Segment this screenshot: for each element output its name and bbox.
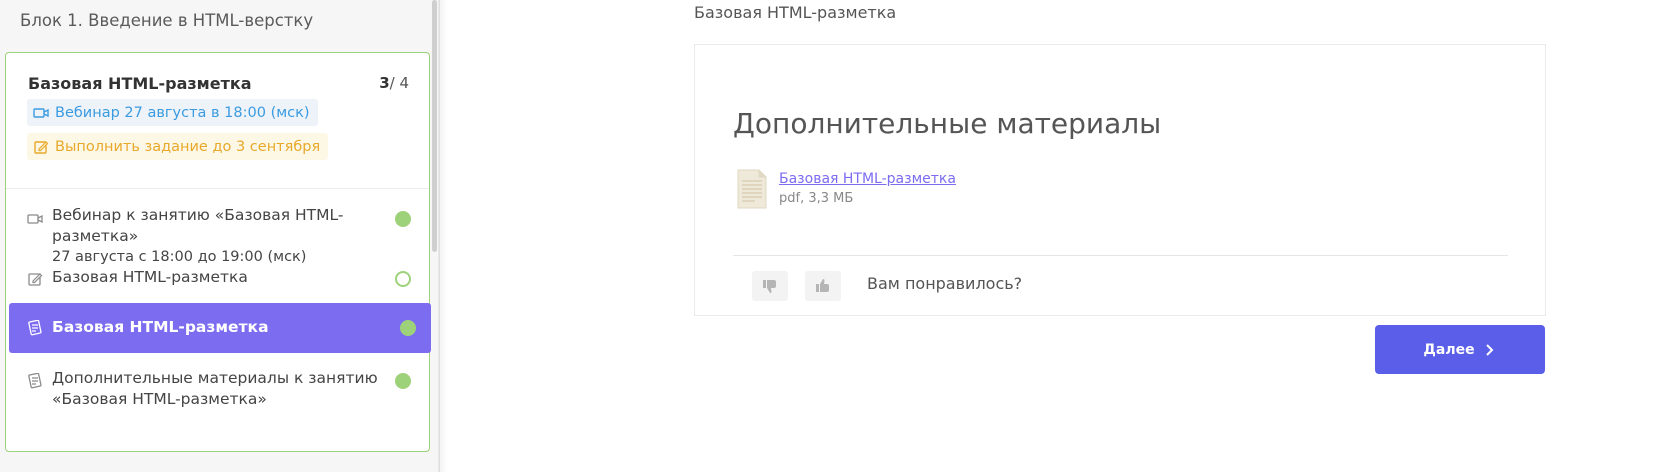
sidebar-item-active[interactable]: Базовая HTML-разметка	[9, 303, 431, 353]
task-deadline-tag[interactable]: Выполнить задание до 3 сентября	[27, 133, 329, 160]
thumbs-down-icon	[763, 280, 776, 293]
chevron-right-icon	[1485, 343, 1493, 356]
lesson-progress: 3/ 4	[379, 74, 409, 92]
content-panel: Дополнительные материалы Базовая HTML-ра…	[694, 44, 1546, 316]
divider	[733, 255, 1508, 256]
feedback-question: Вам понравилось?	[867, 274, 1023, 293]
lesson-header: Базовая HTML-разметка 3/ 4 Вебинар 27 ав…	[6, 53, 429, 189]
sidebar-item-label: Дополнительные материалы к занятию «Базо…	[52, 368, 378, 410]
sidebar-item-title: Дополнительные материалы к занятию	[52, 369, 378, 387]
next-button-label: Далее	[1423, 341, 1475, 358]
task-tag-label: Выполнить задание до 3 сентября	[55, 138, 321, 155]
webinar-tag[interactable]: Вебинар 27 августа в 18:00 (мск)	[27, 99, 318, 126]
lesson-progress-total: / 4	[389, 74, 409, 92]
dislike-button[interactable]	[752, 271, 788, 301]
sidebar-item-materials[interactable]: Дополнительные материалы к занятию «Базо…	[6, 361, 429, 421]
sidebar-shadow	[438, 0, 448, 472]
sidebar: Блок 1. Введение в HTML-верстку Базовая …	[0, 0, 440, 472]
breadcrumb: Базовая HTML-разметка	[694, 3, 897, 22]
sidebar-item-label: Базовая HTML-разметка	[52, 318, 269, 336]
lesson-title: Базовая HTML-разметка	[28, 74, 252, 93]
materials-icon	[28, 373, 42, 389]
lesson-card: Базовая HTML-разметка 3/ 4 Вебинар 27 ав…	[5, 52, 431, 452]
sidebar-item-title: Вебинар к занятию «Базовая HTML-разметка…	[52, 206, 344, 245]
status-done-icon	[395, 211, 411, 227]
block-title: Блок 1. Введение в HTML-верстку	[20, 11, 314, 30]
edit-icon	[34, 140, 49, 154]
status-done-icon	[395, 373, 411, 389]
status-pending-icon	[395, 271, 411, 287]
sidebar-item-task[interactable]: Базовая HTML-разметка	[6, 258, 429, 298]
document-icon	[737, 169, 767, 209]
sidebar-item-sublabel: «Базовая HTML-разметка»	[52, 390, 267, 408]
webinar-tag-label: Вебинар 27 августа в 18:00 (мск)	[55, 104, 310, 121]
like-button[interactable]	[805, 271, 841, 301]
video-camera-icon	[27, 214, 43, 224]
sidebar-item-webinar[interactable]: Вебинар к занятию «Базовая HTML-разметка…	[6, 193, 429, 265]
page-title: Дополнительные материалы	[733, 107, 1162, 140]
file-attachment: Базовая HTML-разметка pdf, 3,3 МБ	[737, 169, 1137, 213]
status-done-icon	[400, 320, 416, 336]
thumbs-up-icon	[816, 279, 829, 292]
edit-icon	[28, 273, 43, 286]
file-meta: pdf, 3,3 МБ	[779, 191, 854, 206]
sidebar-item-label: Базовая HTML-разметка	[52, 268, 248, 286]
file-download-link[interactable]: Базовая HTML-разметка	[779, 171, 956, 187]
sidebar-scrollbar[interactable]	[432, 0, 437, 252]
materials-icon	[28, 320, 42, 336]
next-button[interactable]: Далее	[1375, 325, 1545, 374]
lesson-progress-current: 3	[379, 74, 390, 92]
video-camera-icon	[33, 107, 49, 118]
